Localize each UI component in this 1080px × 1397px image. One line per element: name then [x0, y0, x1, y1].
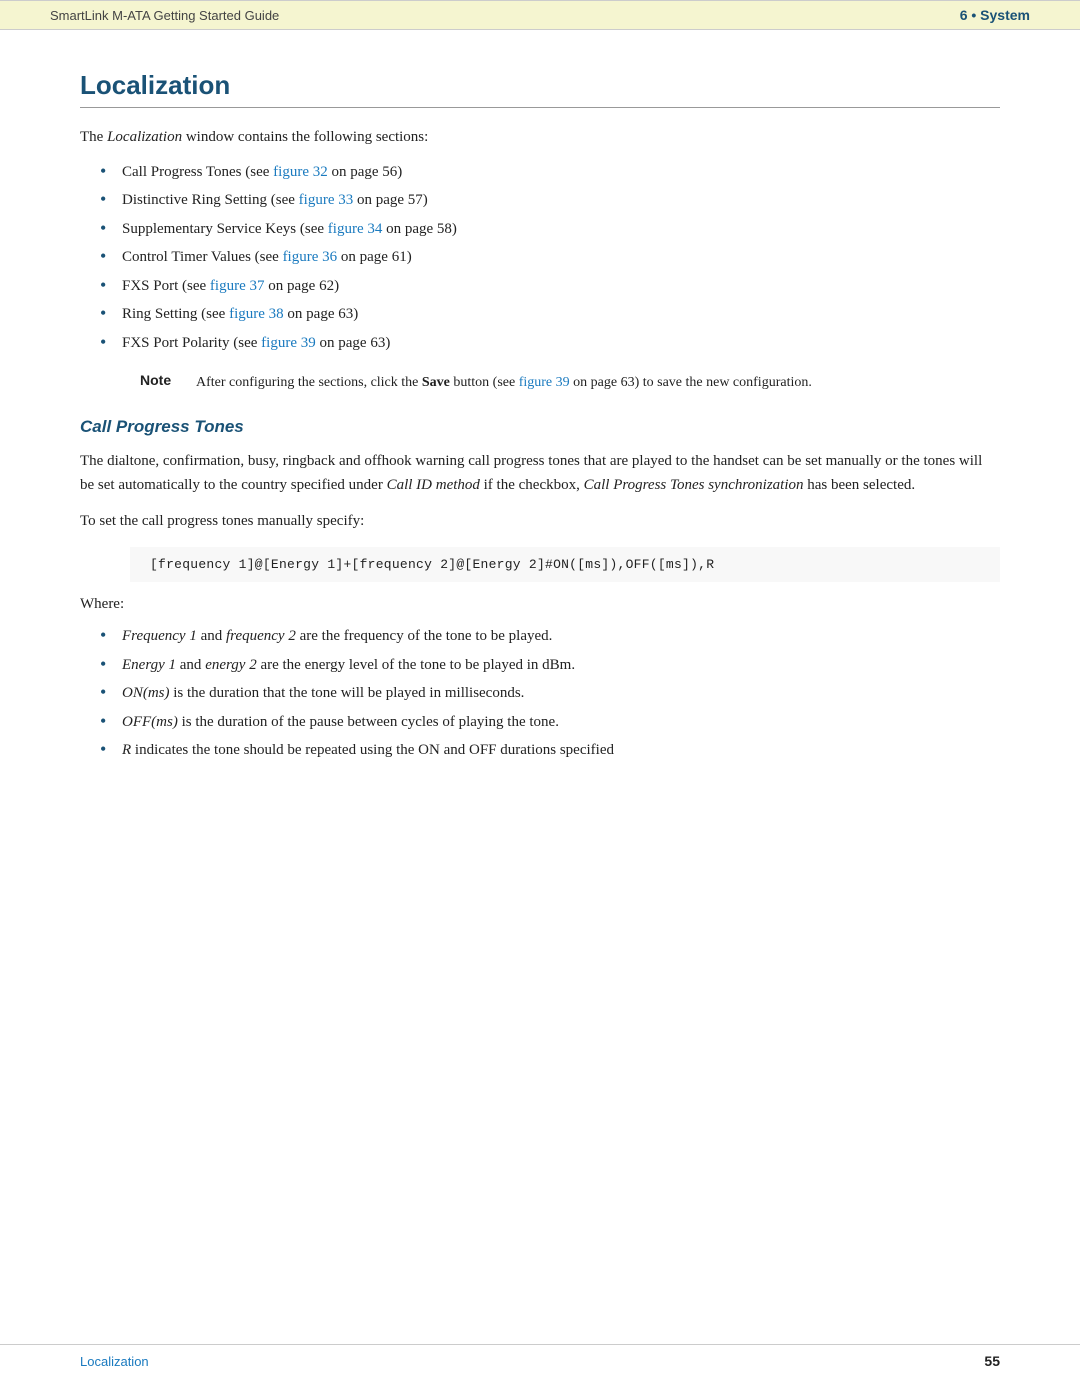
note-box: Note After configuring the sections, cli… — [140, 372, 1000, 393]
body-italic-1: Call ID method — [387, 477, 480, 493]
figure-37-link[interactable]: figure 37 — [210, 278, 265, 294]
figure-39-link[interactable]: figure 39 — [261, 335, 316, 351]
footer: Localization 55 — [0, 1344, 1080, 1369]
figure-34-link[interactable]: figure 34 — [328, 221, 383, 237]
body-italic-2: Call Progress Tones synchronization — [584, 477, 804, 493]
list-item: Supplementary Service Keys (see figure 3… — [100, 218, 1000, 241]
header-right-text: 6 • System — [960, 7, 1030, 23]
where-list: Frequency 1 and frequency 2 are the freq… — [100, 625, 1000, 762]
page: SmartLink M-ATA Getting Started Guide 6 … — [0, 0, 1080, 1397]
where-item-onms: ON(ms) is the duration that the tone wil… — [100, 682, 1000, 705]
note-content: After configuring the sections, click th… — [196, 372, 812, 393]
list-item: Distinctive Ring Setting (see figure 33 … — [100, 189, 1000, 212]
section-title: Localization — [80, 70, 1000, 108]
intro-italic: Localization — [107, 129, 182, 145]
where-item-frequency: Frequency 1 and frequency 2 are the freq… — [100, 625, 1000, 648]
frequency1-italic: Frequency 1 — [122, 628, 197, 644]
onms-italic: ON(ms) — [122, 685, 170, 701]
code-block: [frequency 1]@[Energy 1]+[frequency 2]@[… — [130, 547, 1000, 582]
list-item: FXS Port Polarity (see figure 39 on page… — [100, 332, 1000, 355]
note-label: Note — [140, 372, 184, 388]
figure-38-link[interactable]: figure 38 — [229, 306, 284, 322]
list-item: Control Timer Values (see figure 36 on p… — [100, 246, 1000, 269]
offms-italic: OFF(ms) — [122, 714, 178, 730]
energy2-italic: energy 2 — [205, 657, 257, 673]
where-item-r: R indicates the tone should be repeated … — [100, 739, 1000, 762]
note-figure-39-link[interactable]: figure 39 — [519, 375, 570, 390]
list-item: Call Progress Tones (see figure 32 on pa… — [100, 161, 1000, 184]
figure-33-link[interactable]: figure 33 — [299, 192, 354, 208]
frequency2-italic: frequency 2 — [226, 628, 296, 644]
energy1-italic: Energy 1 — [122, 657, 176, 673]
subsection-title: Call Progress Tones — [80, 417, 1000, 437]
intro-paragraph: The Localization window contains the fol… — [80, 126, 1000, 149]
footer-right: 55 — [984, 1353, 1000, 1369]
header-left-text: SmartLink M-ATA Getting Started Guide — [50, 8, 279, 23]
body-paragraph-2: To set the call progress tones manually … — [80, 509, 1000, 533]
footer-left: Localization — [80, 1354, 149, 1369]
body-paragraph-1: The dialtone, confirmation, busy, ringba… — [80, 449, 1000, 497]
figure-36-link[interactable]: figure 36 — [283, 249, 338, 265]
sections-list: Call Progress Tones (see figure 32 on pa… — [100, 161, 1000, 355]
where-item-offms: OFF(ms) is the duration of the pause bet… — [100, 711, 1000, 734]
intro-text-2: window contains the following sections: — [182, 129, 428, 145]
where-label: Where: — [80, 596, 1000, 613]
list-item: FXS Port (see figure 37 on page 62) — [100, 275, 1000, 298]
note-bold-save: Save — [422, 375, 450, 390]
intro-text-static: The — [80, 129, 107, 145]
where-item-energy: Energy 1 and energy 2 are the energy lev… — [100, 654, 1000, 677]
list-item: Ring Setting (see figure 38 on page 63) — [100, 303, 1000, 326]
r-italic: R — [122, 742, 131, 758]
header-bar: SmartLink M-ATA Getting Started Guide 6 … — [0, 0, 1080, 30]
main-content: Localization The Localization window con… — [0, 30, 1080, 840]
figure-32-link[interactable]: figure 32 — [273, 164, 328, 180]
